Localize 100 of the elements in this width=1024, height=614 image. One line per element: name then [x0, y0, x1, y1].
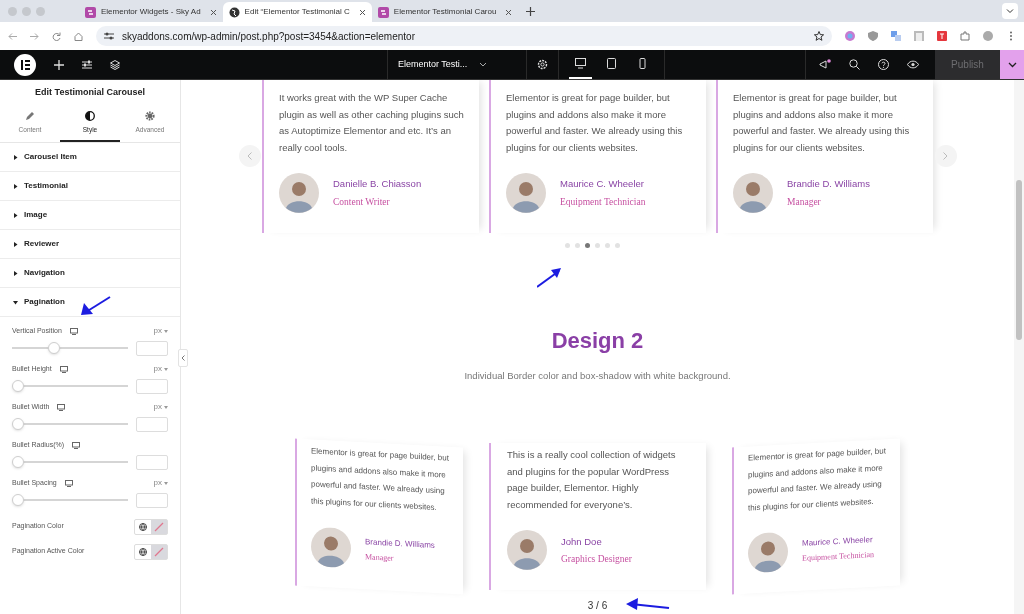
preview-eye-icon[interactable] [907, 60, 919, 69]
publish-options-button[interactable] [1000, 50, 1024, 79]
unit-selector[interactable]: px [153, 477, 168, 489]
unit-selector[interactable]: px [153, 363, 168, 375]
new-tab-icon[interactable] [526, 7, 536, 16]
slider-handle[interactable] [12, 380, 24, 392]
close-icon[interactable] [358, 8, 366, 16]
sliders-icon[interactable] [82, 59, 92, 70]
slider-handle[interactable] [12, 456, 24, 468]
avatar [311, 526, 351, 569]
back-icon[interactable] [8, 31, 17, 41]
search-icon[interactable] [849, 59, 860, 70]
pencil-icon [25, 111, 35, 122]
slider[interactable] [12, 494, 128, 506]
forward-icon[interactable] [30, 31, 39, 41]
panel-section-header[interactable]: Image [0, 201, 180, 230]
tablet-icon [606, 58, 617, 69]
extension-icon[interactable] [845, 31, 855, 41]
desktop-icon[interactable] [69, 327, 78, 335]
document-title[interactable]: Elementor Testi... [398, 57, 468, 72]
browser-tab[interactable]: Elementor Testimonial Carou [371, 2, 519, 22]
panel-section-header[interactable]: Carousel Item [0, 143, 180, 172]
collapse-panel-button[interactable] [178, 349, 188, 367]
help-icon[interactable] [878, 59, 889, 70]
profile-avatar-icon[interactable] [983, 31, 993, 41]
site-logo-icon [85, 6, 96, 18]
caret-icon [164, 405, 168, 409]
browser-tab[interactable]: Edit “Elementor Testimonial C [222, 2, 372, 22]
site-logo-icon [377, 6, 389, 18]
number-input[interactable] [136, 416, 168, 432]
extension-icon[interactable] [914, 31, 924, 41]
layers-icon[interactable] [110, 59, 120, 70]
reload-icon[interactable] [52, 31, 61, 41]
extension-icon[interactable] [937, 31, 947, 41]
reviewer-name: Maurice C. Wheeler [560, 177, 645, 192]
unit-selector[interactable]: px [153, 401, 168, 413]
dropdown-icon[interactable] [1002, 3, 1018, 19]
globe-icon [228, 6, 240, 18]
annotation-arrow [626, 598, 670, 610]
caret-icon [13, 212, 18, 218]
desktop-icon[interactable] [59, 365, 68, 373]
caret-icon [13, 270, 18, 276]
shield-icon[interactable] [868, 31, 878, 41]
slider-handle[interactable] [48, 342, 61, 354]
reviewer-name: John Doe [561, 534, 603, 549]
chevron-right-icon [943, 151, 948, 160]
tab-title: Elementor Testimonial Carou [393, 6, 497, 18]
avatar [733, 173, 773, 213]
reviewer-role: Manager [787, 195, 822, 209]
settings-icon[interactable] [537, 59, 548, 70]
close-icon[interactable] [209, 8, 217, 16]
megaphone-icon[interactable] [819, 58, 831, 71]
home-icon[interactable] [74, 31, 83, 41]
publish-button: Publish [935, 50, 1000, 79]
testimonial-text: Elementor is great for page builder, but plugins and addons also make it more powerful and faster. We already using this plugins for our clients websites. [311, 445, 449, 514]
add-icon[interactable] [54, 59, 64, 70]
star-icon[interactable] [814, 31, 824, 41]
elementor-logo-icon[interactable] [14, 53, 36, 76]
url-text: skyaddons.com/wp-admin/post.php?post=3454&action=elementor [122, 29, 416, 44]
desktop-icon[interactable] [64, 479, 73, 487]
number-input[interactable] [136, 378, 168, 394]
panel-section-header[interactable]: Reviewer [0, 230, 180, 259]
slider[interactable] [12, 418, 128, 430]
no-color-icon [154, 546, 164, 557]
number-input[interactable] [136, 492, 168, 508]
scrollbar-thumb[interactable] [1016, 180, 1022, 340]
caret-icon [164, 481, 168, 485]
globe-icon [139, 547, 147, 556]
reviewer-role: Equipment Technician [560, 195, 646, 209]
slider[interactable] [12, 456, 128, 468]
panel-title: Edit Testimonial Carousel [34, 86, 146, 100]
avatar [748, 531, 788, 574]
section-subtitle: Individual Border color and box-shadow with white background. [464, 369, 731, 383]
desktop-icon[interactable] [72, 441, 81, 449]
number-input[interactable] [136, 454, 168, 470]
close-icon[interactable] [505, 8, 513, 16]
testimonial-text: Elementor is great for page builder, but plugins and addons also make it more powerful and faster. We already using this plugins for our clients websites. [506, 91, 684, 155]
puzzle-icon[interactable] [960, 31, 970, 41]
slider-handle[interactable] [12, 418, 24, 430]
panel-section-header[interactable]: Testimonial [0, 172, 180, 201]
desktop-icon[interactable] [57, 403, 66, 411]
reviewer-role: Manager [365, 551, 395, 565]
testimonial-text: It works great with the WP Super Cache plugin as well as other caching plugins such as Autoptimize Elementor and etc. It’s an really cool tools. [279, 91, 464, 155]
testimonial-text: Elementor is great for page builder, but plugins and addons also make it more powerful and faster. We already using this plugins for our clients websites. [733, 91, 911, 155]
translate-icon[interactable] [891, 31, 901, 41]
slider-handle[interactable] [12, 494, 24, 506]
address-bar[interactable]: skyaddons.com/wp-admin/post.php?post=3454&action=elementor [96, 26, 832, 46]
no-color-icon [154, 521, 164, 532]
caret-icon[interactable] [479, 62, 488, 67]
browser-tab[interactable]: Elementor Widgets - Sky Ad [79, 2, 223, 22]
unit-selector[interactable]: px [153, 325, 168, 337]
caret-icon [13, 154, 18, 160]
reviewer-name: Brandie D. Williams [787, 177, 870, 192]
slider[interactable] [12, 380, 128, 392]
caret-icon [1007, 61, 1017, 68]
panel-section-header[interactable]: Navigation [0, 259, 180, 288]
slider[interactable] [12, 342, 128, 354]
color-picker[interactable] [134, 543, 168, 560]
color-picker[interactable] [134, 518, 168, 535]
number-input[interactable] [136, 340, 168, 356]
